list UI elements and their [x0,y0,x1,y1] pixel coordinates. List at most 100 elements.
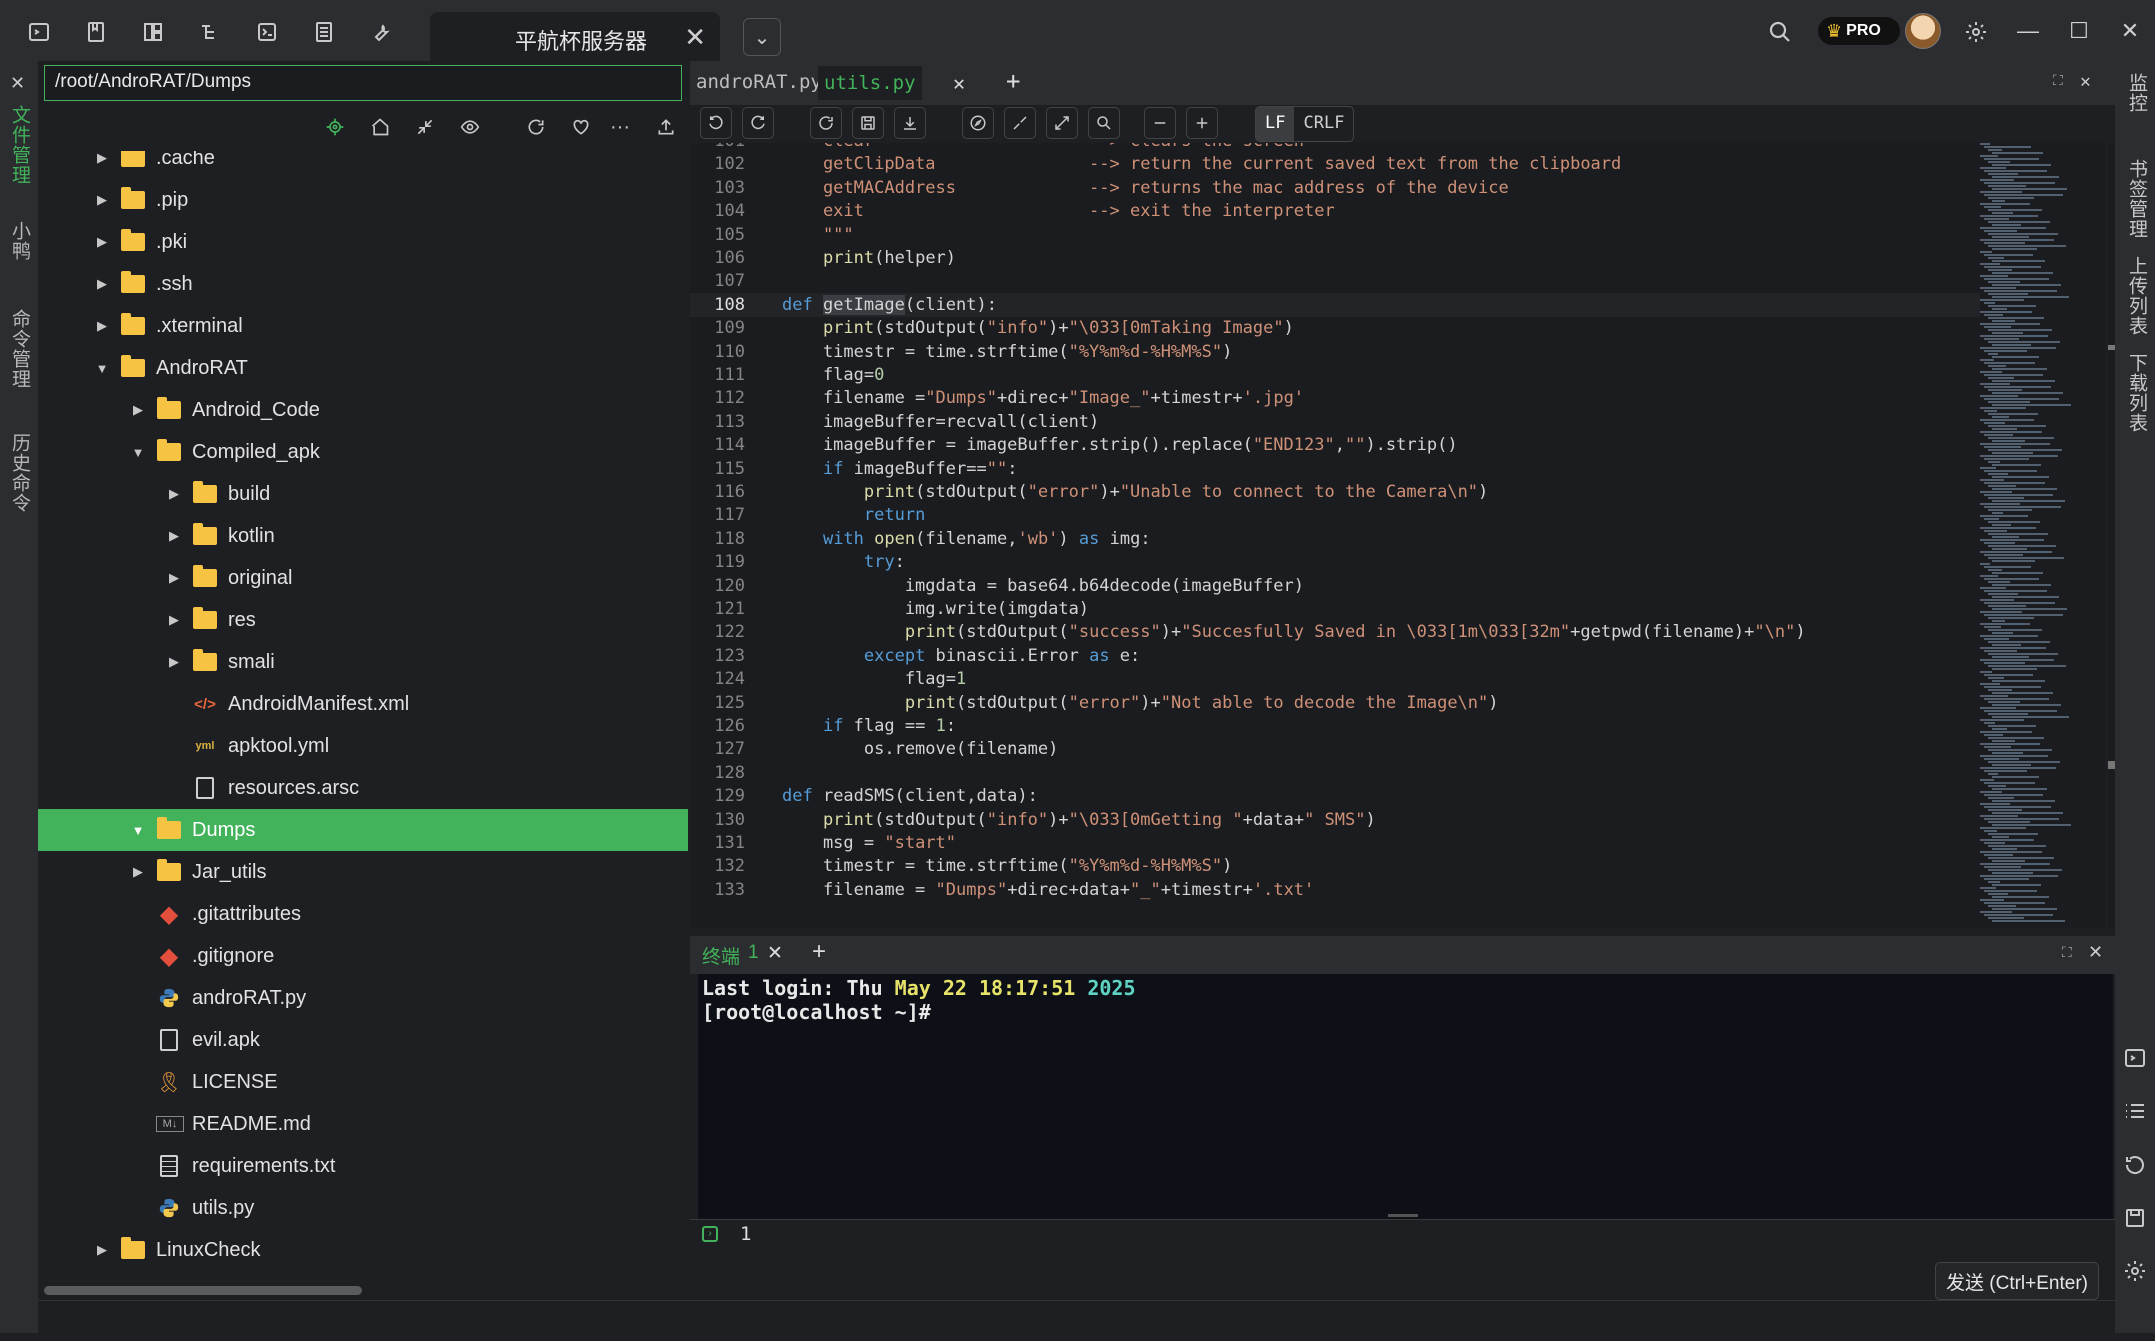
gear-icon[interactable] [2123,1259,2147,1283]
code-line[interactable]: 107 [690,269,1980,293]
caret-right-icon[interactable]: ▶ [166,612,182,628]
caret-down-icon[interactable]: ▼ [130,823,146,838]
list-icon[interactable] [310,18,338,46]
tab-duck[interactable]: 小鸭 [6,221,33,261]
code-line[interactable]: 111 flag=0 [690,363,1980,387]
layout-icon[interactable] [139,18,167,46]
folder-row[interactable]: ▶ .xterminal [38,305,688,347]
resize-handle[interactable] [1388,1214,1418,1217]
minimize-button[interactable]: — [2010,14,2046,48]
terminal-output[interactable]: Last login: Thu May 22 18:17:51 2025 [ro… [698,974,2113,1219]
download-icon[interactable] [894,107,926,139]
code-line[interactable]: 108 def getImage(client): [690,292,1980,317]
folder-row[interactable]: ▶ build [38,473,688,515]
console-icon[interactable] [253,18,281,46]
close-icon[interactable]: ✕ [953,71,965,95]
code-line[interactable]: 131 msg = "start" [690,831,1980,855]
close-window-button[interactable]: ✕ [2112,14,2148,48]
code-line[interactable]: 119 try: [690,550,1980,574]
tab-upload-list[interactable]: 上传列表 [2123,256,2150,336]
code-line[interactable]: 127 os.remove(filename) [690,737,1980,761]
code-line[interactable]: 112 filename ="Dumps"+direc+"Image_"+tim… [690,386,1980,410]
caret-right-icon[interactable]: ▶ [166,528,182,544]
file-row[interactable]: requirements.txt [38,1145,688,1187]
code-line[interactable]: 113 imageBuffer=recvall(client) [690,410,1980,434]
eol-crlf[interactable]: CRLF [1294,107,1353,141]
code-line[interactable]: 132 timestr = time.strftime("%Y%m%d-%H%M… [690,854,1980,878]
redo-icon[interactable] [742,107,774,139]
code-line[interactable]: 104 exit --> exit the interpreter [690,199,1980,223]
history-icon[interactable] [2123,1153,2147,1177]
console-icon[interactable] [2123,1046,2147,1070]
code-line[interactable]: 121 img.write(imgdata) [690,597,1980,621]
path-input[interactable]: /root/AndroRAT/Dumps [44,65,682,101]
zoom-out-button[interactable] [1144,107,1176,139]
code-line[interactable]: 120 imgdata = base64.b64decode(imageBuff… [690,574,1980,598]
home-icon[interactable] [364,111,396,143]
file-row[interactable]: ◆ .gitattributes [38,893,688,935]
code-line[interactable]: 118 with open(filename,'wb') as img: [690,527,1980,551]
tab-download-list[interactable]: 下载列表 [2123,353,2150,433]
file-row[interactable]: yml apktool.yml [38,725,688,767]
caret-right-icon[interactable]: ▶ [130,864,146,880]
file-row[interactable]: utils.py [38,1187,688,1229]
horizontal-scrollbar[interactable] [44,1286,362,1295]
code-line[interactable]: 114 imageBuffer = imageBuffer.strip().re… [690,433,1980,457]
list-icon[interactable] [2123,1099,2147,1123]
collapse-icon[interactable] [409,111,441,143]
code-line[interactable]: 109 print(stdOutput("info")+"\033[0mTaki… [690,316,1980,340]
folder-row[interactable]: ▶ smali [38,641,688,683]
eye-icon[interactable] [454,111,486,143]
expand-icon[interactable] [1046,107,1078,139]
search-icon[interactable] [1088,107,1120,139]
minimap[interactable] [1980,143,2105,928]
file-row[interactable]: 🎗 LICENSE [38,1061,688,1103]
folder-row[interactable]: ▶ Jar_utils [38,851,688,893]
caret-right-icon[interactable]: ▶ [166,570,182,586]
terminal-icon[interactable] [25,18,53,46]
close-icon[interactable]: ✕ [2088,942,2103,963]
code-line[interactable]: 116 print(stdOutput("error")+"Unable to … [690,480,1980,504]
code-line[interactable]: 123 except binascii.Error as e: [690,644,1980,668]
wrench-icon[interactable] [367,18,395,46]
expand-icon[interactable]: ⛶ [2053,73,2063,89]
caret-down-icon[interactable]: ▼ [130,445,146,460]
tab-bookmark-manager[interactable]: 书签管理 [2123,159,2150,239]
folder-row[interactable]: ▶ .cache [38,151,688,179]
expand-icon[interactable]: ⛶ [2062,944,2072,961]
caret-right-icon[interactable]: ▶ [130,402,146,418]
code-line[interactable]: 130 print(stdOutput("info")+"\033[0mGett… [690,808,1980,832]
caret-right-icon[interactable]: ▶ [94,234,110,250]
code-editor[interactable]: 101 clear --> clears the screen102 getCl… [690,143,1980,928]
file-row[interactable]: ◆ .gitignore [38,935,688,977]
bookmark-icon[interactable] [82,18,110,46]
folder-row[interactable]: ▶ LinuxCheck [38,1229,688,1271]
gear-icon[interactable] [1962,18,1990,46]
reload-icon[interactable] [810,107,842,139]
folder-row[interactable]: ▶ kotlin [38,515,688,557]
caret-down-icon[interactable]: ▼ [94,361,110,376]
add-tab-icon[interactable]: + [812,938,826,966]
close-icon[interactable]: ✕ [767,942,783,965]
code-line[interactable]: 125 print(stdOutput("error")+"Not able t… [690,691,1980,715]
code-line[interactable]: 128 [690,761,1980,785]
folder-row[interactable]: ▶ .ssh [38,263,688,305]
file-row[interactable]: </> AndroidManifest.xml [38,683,688,725]
folder-row[interactable]: ▶ .pip [38,179,688,221]
more-icon[interactable]: ··· [604,111,636,143]
code-line[interactable]: 106 print(helper) [690,246,1980,270]
save-icon[interactable] [852,107,884,139]
code-line[interactable]: 126 if flag == 1: [690,714,1980,738]
heart-icon[interactable] [565,111,597,143]
pro-badge[interactable]: ♛ PRO [1818,17,1900,45]
file-row[interactable]: M↓ README.md [38,1103,688,1145]
code-line[interactable]: 102 getClipData --> return the current s… [690,152,1980,176]
folder-row[interactable]: ▶ Android_Code [38,389,688,431]
search-icon[interactable] [1766,18,1794,46]
code-line[interactable]: 129 def readSMS(client,data): [690,784,1980,808]
code-line[interactable]: 117 return [690,503,1980,527]
folder-row[interactable]: ▼ AndroRAT [38,347,688,389]
caret-right-icon[interactable]: ▶ [94,1242,110,1258]
tab-command-manager[interactable]: 命令管理 [6,309,33,389]
folder-row[interactable]: ▶ .pki [38,221,688,263]
